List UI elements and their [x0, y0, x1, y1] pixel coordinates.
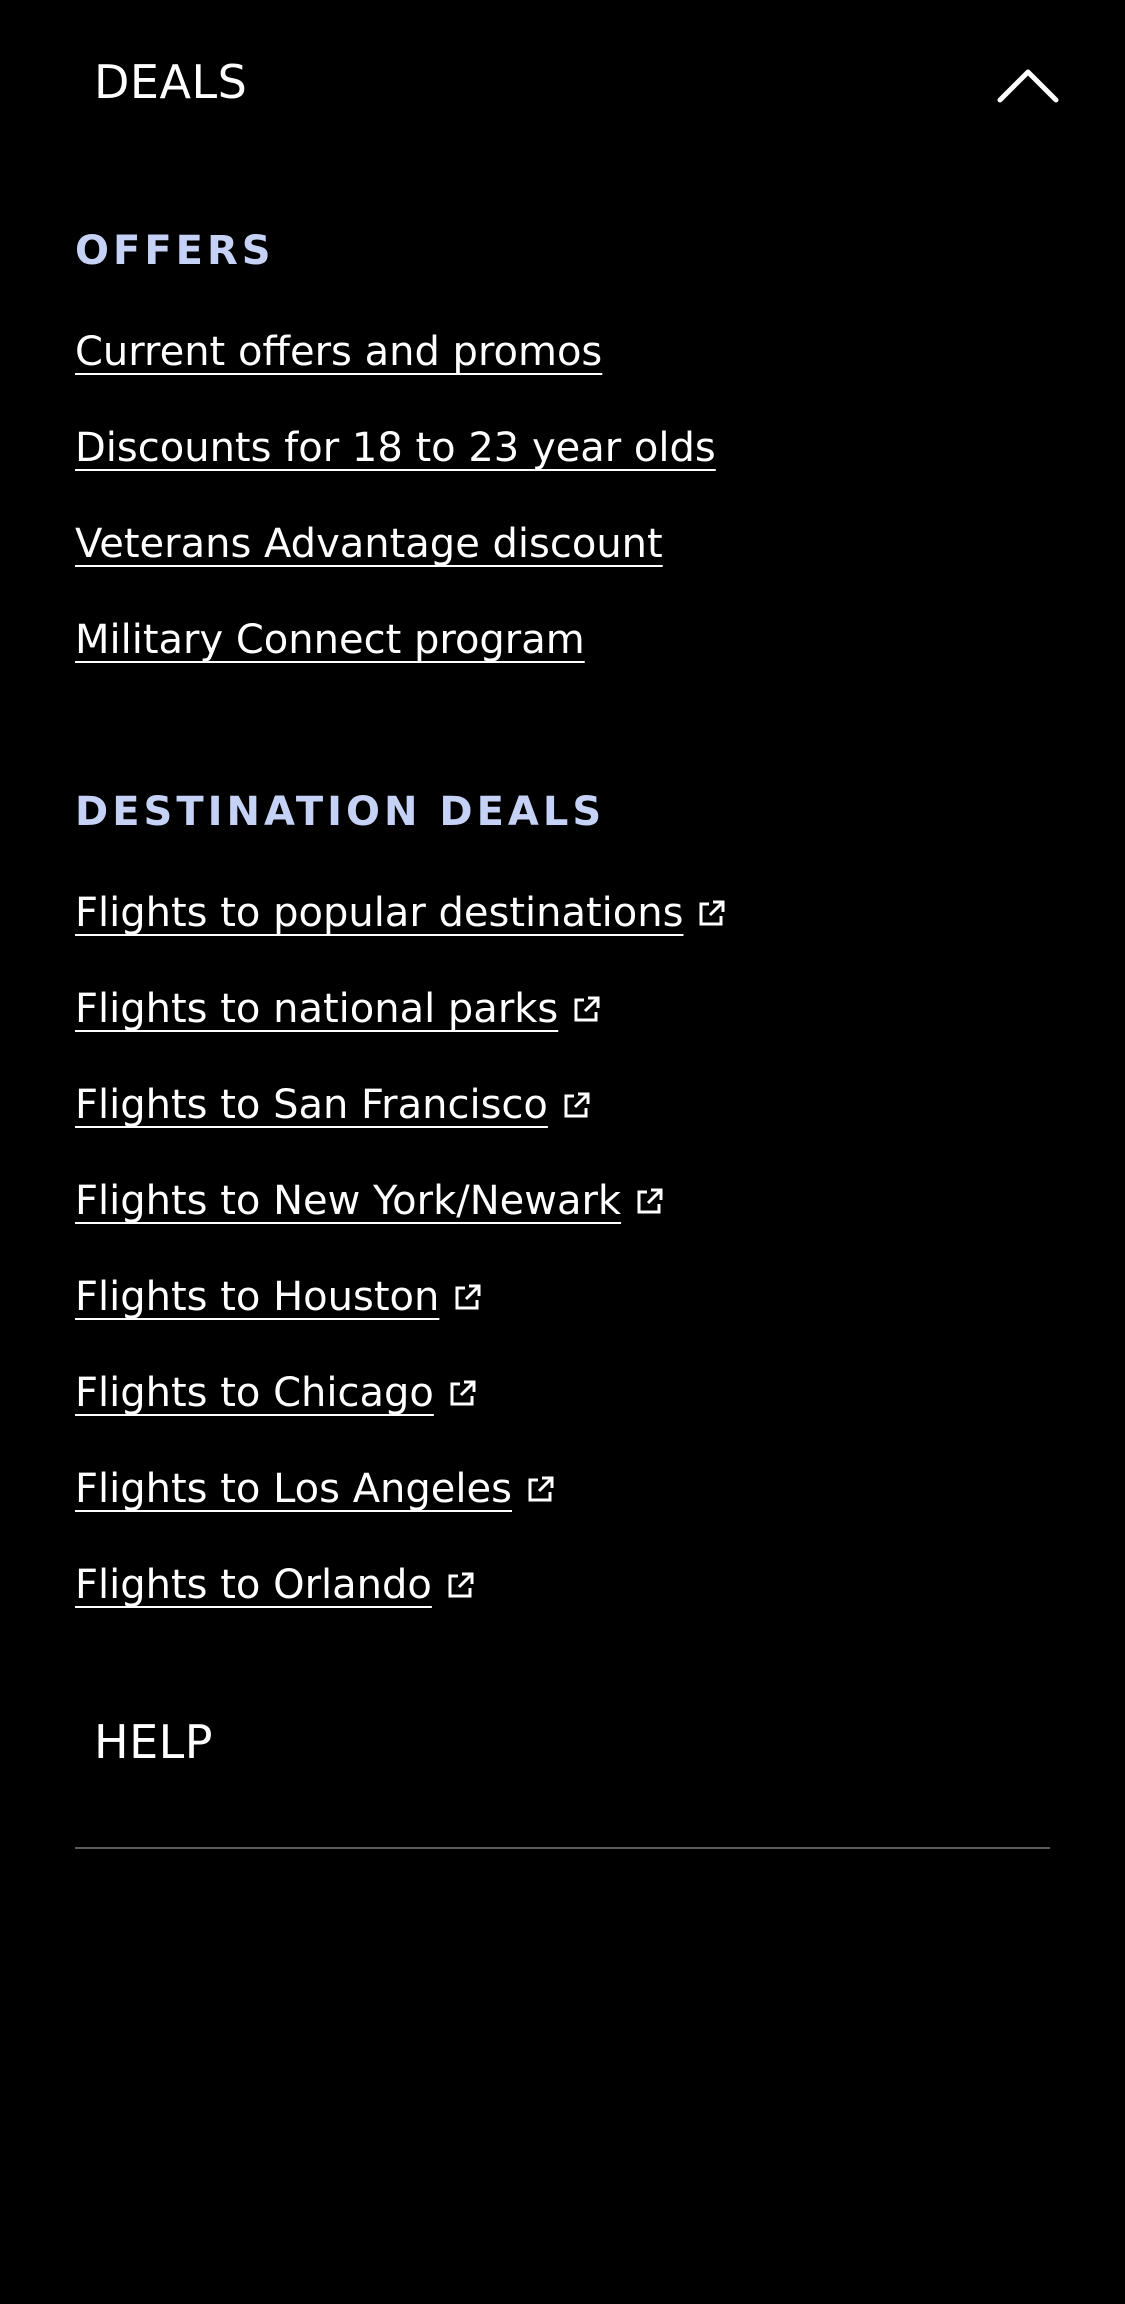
external-link-icon — [574, 996, 600, 1022]
list-item: Flights to Chicago — [75, 1367, 727, 1463]
destination-deals-heading: DESTINATION DEALS — [75, 789, 606, 835]
list-item: Flights to Orlando — [75, 1559, 727, 1655]
link-label: Flights to Los Angeles — [75, 1466, 512, 1512]
link-houston[interactable]: Flights to Houston — [75, 1271, 483, 1323]
divider — [75, 1847, 1050, 1849]
link-label: Flights to popular destinations — [75, 890, 684, 936]
list-item: Flights to San Francisco — [75, 1079, 727, 1175]
link-national-parks[interactable]: Flights to national parks — [75, 983, 602, 1035]
list-item: Discounts for 18 to 23 year olds — [75, 422, 716, 518]
list-item: Flights to Los Angeles — [75, 1463, 727, 1559]
link-military-connect[interactable]: Military Connect program — [75, 614, 585, 666]
deals-title: DEALS — [94, 55, 248, 109]
link-label: Flights to Houston — [75, 1274, 440, 1320]
list-item: Flights to New York/Newark — [75, 1175, 727, 1271]
list-item: Flights to popular destinations — [75, 887, 727, 983]
list-item: Current offers and promos — [75, 326, 716, 422]
external-link-icon — [448, 1572, 474, 1598]
external-link-icon — [450, 1380, 476, 1406]
list-item: Veterans Advantage discount — [75, 518, 716, 614]
external-link-icon — [528, 1476, 554, 1502]
link-new-york-newark[interactable]: Flights to New York/Newark — [75, 1175, 665, 1227]
link-san-francisco[interactable]: Flights to San Francisco — [75, 1079, 592, 1131]
link-orlando[interactable]: Flights to Orlando — [75, 1559, 476, 1611]
link-veterans-advantage[interactable]: Veterans Advantage discount — [75, 518, 663, 570]
external-link-icon — [564, 1092, 590, 1118]
destination-deals-link-list: Flights to popular destinations Flights … — [75, 887, 727, 1655]
chevron-up-icon[interactable] — [996, 62, 1060, 106]
link-discounts-18-23[interactable]: Discounts for 18 to 23 year olds — [75, 422, 716, 474]
external-link-icon — [699, 900, 725, 926]
link-label: Flights to Chicago — [75, 1370, 434, 1416]
help-accordion-header[interactable]: HELP — [0, 1690, 1125, 1786]
help-title: HELP — [94, 1715, 214, 1769]
link-label: Flights to New York/Newark — [75, 1178, 622, 1224]
link-chicago[interactable]: Flights to Chicago — [75, 1367, 478, 1419]
list-item: Military Connect program — [75, 614, 716, 710]
link-popular-destinations[interactable]: Flights to popular destinations — [75, 887, 727, 939]
offers-heading: OFFERS — [75, 228, 275, 274]
offers-link-list: Current offers and promos Discounts for … — [75, 326, 716, 710]
link-label: Flights to national parks — [75, 986, 559, 1032]
deals-accordion-header[interactable]: DEALS — [0, 0, 1125, 170]
link-current-offers[interactable]: Current offers and promos — [75, 326, 602, 378]
list-item: Flights to Houston — [75, 1271, 727, 1367]
link-label: Flights to San Francisco — [75, 1082, 548, 1128]
link-los-angeles[interactable]: Flights to Los Angeles — [75, 1463, 556, 1515]
link-label: Flights to Orlando — [75, 1562, 432, 1608]
external-link-icon — [455, 1284, 481, 1310]
external-link-icon — [637, 1188, 663, 1214]
list-item: Flights to national parks — [75, 983, 727, 1079]
